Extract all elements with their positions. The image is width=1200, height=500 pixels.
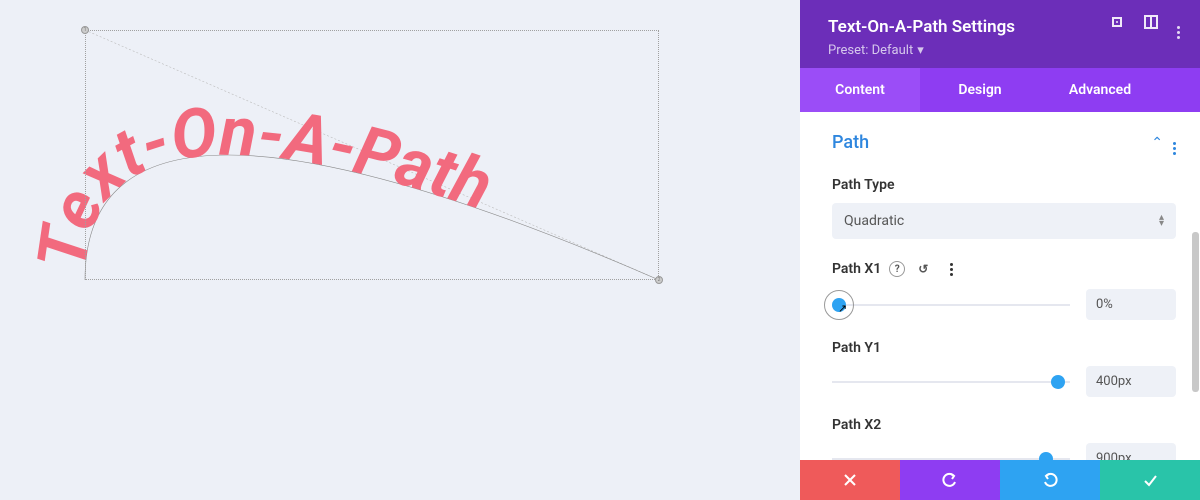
undo-button[interactable] [900,460,1000,500]
layout-icon[interactable] [1143,14,1159,39]
tab-advanced[interactable]: Advanced [1040,68,1160,112]
section-header[interactable]: Path ⌃ [800,112,1200,167]
path-y1-slider-knob[interactable] [1051,375,1065,389]
panel-menu-icon[interactable] [1177,14,1180,39]
tabs: Content Design Advanced [800,68,1200,112]
tab-design[interactable]: Design [920,68,1040,112]
path-x2-slider[interactable] [832,449,1070,461]
path-handle-end[interactable]: 2 [655,276,663,284]
path-x1-slider-knob[interactable] [832,298,846,312]
preset-label: Preset: Default [828,43,913,58]
panel-title: Text-On-A-Path Settings [828,17,1015,37]
caret-down-icon: ▾ [917,43,924,58]
path-x2-slider-knob[interactable] [1039,452,1053,461]
field-menu-icon[interactable] [941,259,961,279]
reset-icon[interactable]: ↺ [913,259,933,279]
path-y1-slider[interactable] [832,372,1070,392]
panel-body: Path ⌃ Path Type Quadratic ▴▾ Path X1 ? … [800,112,1200,460]
panel-header: Text-On-A-Path Settings Preset: Default … [800,0,1200,68]
preset-dropdown[interactable]: Preset: Default ▾ [828,43,924,58]
path-x2-field: Path X2 900px [800,407,1200,460]
text-path-bounding-box[interactable]: Text-On-A-Path 1 2 [85,30,659,280]
canvas-area[interactable]: Text-On-A-Path 1 2 [0,0,800,500]
path-x1-value[interactable]: 0% [1086,289,1176,320]
path-type-label: Path Type [832,177,1176,193]
path-type-value: Quadratic [844,213,904,229]
path-x2-label: Path X2 [832,417,881,433]
select-chevrons-icon: ▴▾ [1159,215,1164,227]
section-title: Path [832,132,869,153]
section-menu-icon[interactable] [1173,130,1176,155]
path-handle-start[interactable]: 1 [81,26,89,34]
scrollbar[interactable] [1192,232,1199,392]
cancel-button[interactable] [800,460,900,500]
path-x2-value[interactable]: 900px [1086,443,1176,460]
path-x1-field: Path X1 ? ↺ 0% [800,249,1200,330]
help-icon[interactable]: ? [889,261,905,277]
tab-content[interactable]: Content [800,68,920,112]
collapse-icon[interactable]: ⌃ [1151,135,1163,151]
path-y1-field: Path Y1 400px [800,330,1200,407]
settings-panel: Text-On-A-Path Settings Preset: Default … [800,0,1200,500]
save-button[interactable] [1100,460,1200,500]
path-type-field: Path Type Quadratic ▴▾ [800,167,1200,249]
path-type-select[interactable]: Quadratic ▴▾ [832,203,1176,239]
path-x1-label: Path X1 [832,261,881,277]
path-y1-label: Path Y1 [832,340,881,356]
redo-button[interactable] [1000,460,1100,500]
selection-outline [85,30,659,280]
path-x1-slider[interactable] [832,295,1070,315]
panel-footer [800,460,1200,500]
expand-icon[interactable] [1109,14,1125,39]
path-y1-value[interactable]: 400px [1086,366,1176,397]
